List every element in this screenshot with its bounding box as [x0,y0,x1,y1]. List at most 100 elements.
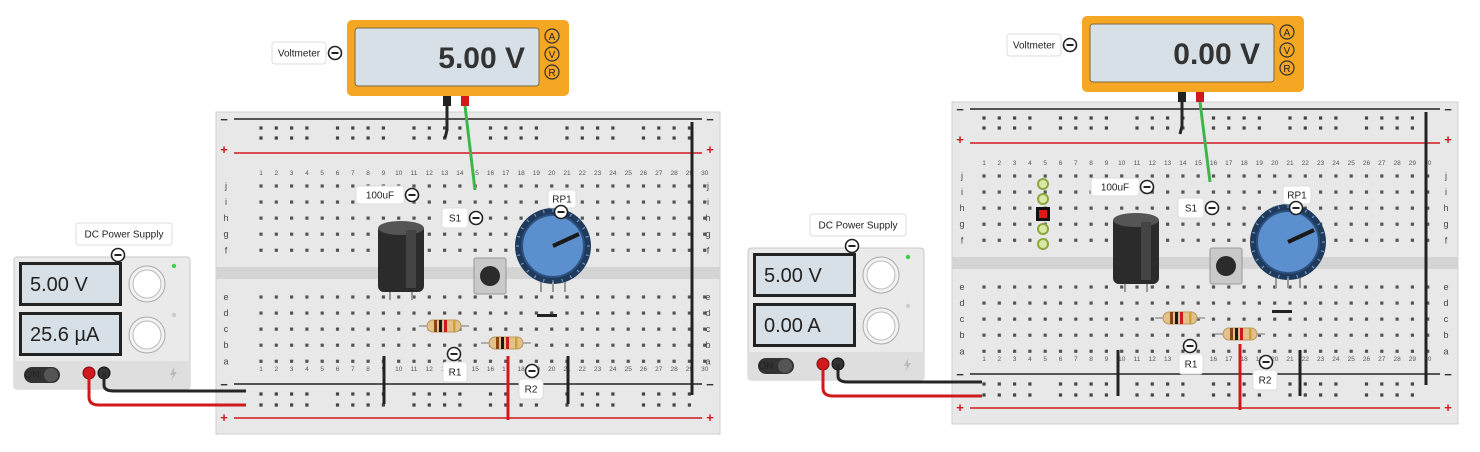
voltage-knob[interactable] [128,265,166,303]
rail-hole [657,392,661,396]
r2-remove-button[interactable] [524,363,540,379]
pot-remove-button[interactable] [1288,200,1304,216]
r2-tag[interactable]: R2 [518,378,544,400]
terminal-hole [397,359,401,363]
terminal-hole [397,343,401,347]
pushbutton-s1[interactable] [473,257,507,295]
column-number: 16 [487,170,495,177]
capacitor[interactable] [378,221,424,300]
switch-tag[interactable]: S1 [441,207,469,229]
terminal-hole [1166,333,1170,337]
capacitor-remove-button[interactable] [404,187,420,203]
rail-hole [1089,393,1093,397]
power-supply-remove-button[interactable] [110,247,126,263]
terminal-hole [473,248,477,252]
power-supply-tag[interactable]: DC Power Supply [75,222,173,246]
capacitor-remove-button-bar [408,194,416,196]
column-number: 10 [395,170,403,177]
terminal-hole [1273,349,1277,353]
ps-current-readout: 25.6 µA [30,324,100,346]
voltmeter[interactable]: 5.00 V AVR [347,20,569,106]
power-switch[interactable]: ON [24,367,60,383]
column-number: 14 [1179,160,1187,167]
terminal-hole [305,216,309,220]
r1-remove-button-bar [1186,345,1194,347]
terminal-hole [1135,349,1139,353]
pot-tick [1252,250,1256,253]
terminal-hole [1334,301,1338,305]
r2-tag[interactable]: R2 [1252,369,1278,391]
terminal-hole [443,200,447,204]
pot-remove-button[interactable] [553,204,569,220]
resistor-band [453,320,456,332]
column-number: 12 [1149,160,1157,167]
column-number: 18 [1240,160,1248,167]
capacitor-remove-button[interactable] [1139,179,1155,195]
current-knob[interactable] [862,307,900,345]
capacitor-tag[interactable]: 100uF [1090,177,1140,197]
power-switch[interactable]: ON [758,358,794,374]
r1-remove-button[interactable] [446,346,462,362]
r1-tag-text: R1 [449,368,462,379]
terminal-hole [672,359,676,363]
switch-remove-button[interactable] [1204,200,1220,216]
terminal-hole [626,248,630,252]
voltage-knob[interactable] [862,256,900,294]
column-number: 1 [982,356,986,363]
switch-remove-button[interactable] [468,210,484,226]
capacitor-tag[interactable]: 100uF [355,185,405,205]
rail-plus-sign: + [956,132,964,147]
circuit-canvas[interactable]: − − + +1 2 3 4 5 6 7 8 9 10 11 12 13 14 15 16 17 18 19 20 21 22 2… [0,0,1480,447]
r1-tag[interactable]: R1 [442,361,468,383]
dc-power-supply[interactable]: 5.00 V 0.00 A ON [747,247,925,381]
terminal-hole [1364,238,1369,242]
rail-hole [1242,382,1246,386]
cc-indicator-led [905,303,911,309]
column-number: 20 [548,170,556,177]
terminal-hole [1120,301,1124,305]
terminal-hole [458,311,462,315]
current-knob[interactable] [128,316,166,354]
r2-remove-button[interactable] [1258,354,1274,370]
terminal-hole [1150,174,1154,178]
terminal-hole [1074,206,1078,210]
rail-hole [412,126,416,130]
voltmeter-tag[interactable]: Voltmeter [1006,33,1062,57]
voltmeter[interactable]: 0.00 V AVR [1082,16,1304,102]
terminal-hole [1349,285,1353,289]
rail-hole [1028,382,1032,386]
power-supply-remove-button[interactable] [844,238,860,254]
voltmeter-remove-button[interactable] [1062,37,1078,53]
terminal-hole [1273,317,1277,321]
row-letter: a [959,346,964,356]
pushbutton-s1[interactable] [1209,247,1243,285]
r1-remove-button[interactable] [1182,338,1198,354]
terminal-hole [550,343,554,347]
terminal-hole [1166,174,1170,178]
terminal-hole [1319,174,1323,178]
row-letter: g [959,219,964,229]
terminal-hole [596,343,600,347]
column-number: 22 [1302,356,1310,363]
terminal-hole [1380,222,1384,226]
rail-hole [596,126,600,130]
row-letter: j [224,181,227,191]
terminal-hole [997,174,1001,178]
terminal-hole [427,216,431,220]
r1-tag[interactable]: R1 [1178,353,1204,375]
voltmeter-remove-button[interactable] [327,45,343,61]
terminal-hole [1013,333,1017,337]
pot-tag-text: RP1 [552,195,572,206]
terminal-hole [381,295,385,299]
switch-tag[interactable]: S1 [1177,197,1205,219]
rail-hole [1135,116,1139,120]
dc-power-supply[interactable]: 5.00 V 25.6 µA ON [13,256,191,390]
column-number: 23 [1317,356,1325,363]
power-supply-tag[interactable]: DC Power Supply [809,213,907,237]
terminal-hole [1334,333,1338,337]
rail-hole [290,136,294,140]
row-letter: j [706,181,709,191]
terminal-hole [1120,285,1124,289]
voltmeter-tag[interactable]: Voltmeter [271,41,327,65]
capacitor[interactable] [1113,213,1159,292]
